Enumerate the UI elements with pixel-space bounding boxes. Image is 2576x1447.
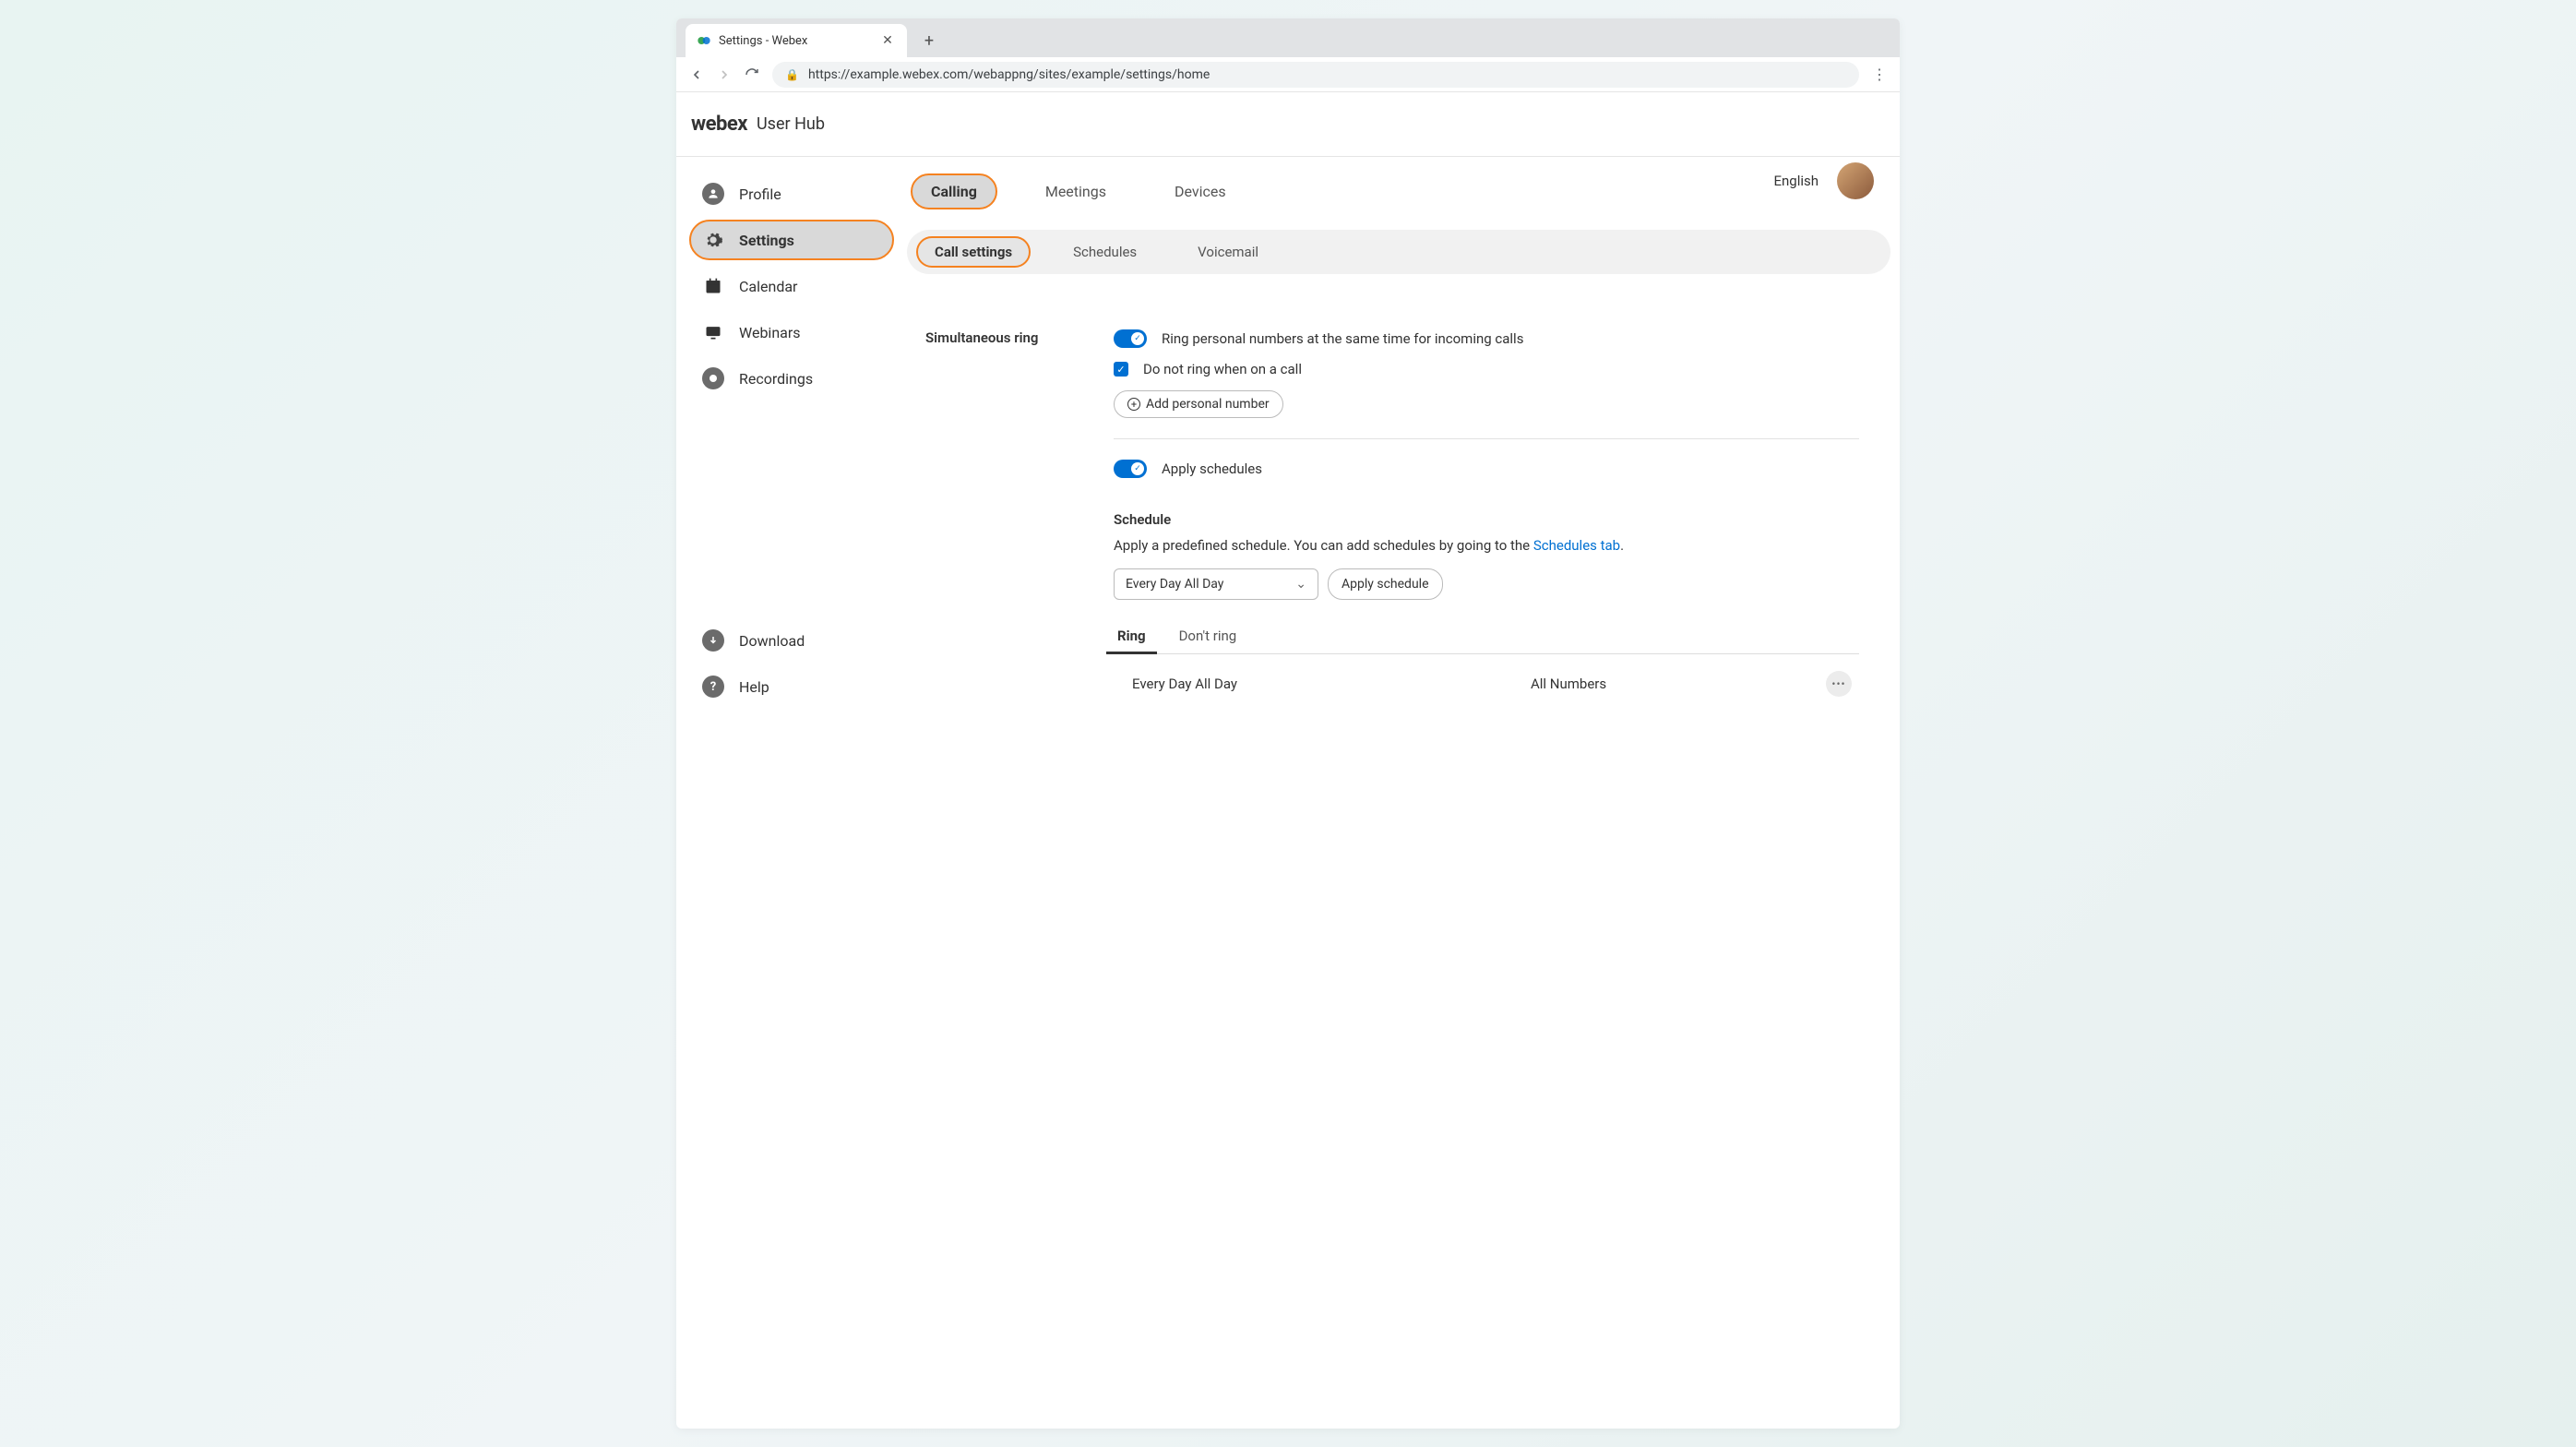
button-label: Add personal number bbox=[1146, 397, 1270, 412]
webinars-icon bbox=[702, 321, 724, 343]
plus-icon: + bbox=[1127, 398, 1140, 411]
sidebar-item-calendar[interactable]: Calendar bbox=[689, 266, 894, 306]
sidebar-item-label: Profile bbox=[739, 185, 781, 203]
lock-icon: 🔒 bbox=[785, 68, 799, 81]
browser-tab-strip: Settings - Webex ✕ + bbox=[676, 18, 1900, 57]
tab-ring[interactable]: Ring bbox=[1114, 618, 1150, 653]
chevron-down-icon: ⌄ bbox=[1295, 577, 1306, 592]
row-numbers: All Numbers bbox=[1531, 676, 1826, 692]
language-selector[interactable]: English bbox=[1773, 173, 1819, 189]
gear-icon bbox=[702, 229, 724, 251]
add-personal-number-button[interactable]: + Add personal number bbox=[1114, 390, 1283, 418]
sidebar-item-webinars[interactable]: Webinars bbox=[689, 312, 894, 353]
button-label: Apply schedule bbox=[1342, 577, 1429, 592]
tab-devices[interactable]: Devices bbox=[1154, 173, 1246, 209]
address-bar: 🔒 https://example.webex.com/webappng/sit… bbox=[676, 57, 1900, 92]
ring-tabs: Ring Don't ring bbox=[1114, 618, 1859, 654]
divider bbox=[1114, 438, 1859, 439]
help-icon: ? bbox=[702, 676, 724, 698]
record-icon bbox=[702, 367, 724, 389]
tab-meetings[interactable]: Meetings bbox=[1025, 173, 1127, 209]
sidebar-item-download[interactable]: Download bbox=[689, 620, 894, 661]
sidebar-item-label: Download bbox=[739, 632, 805, 650]
avatar[interactable] bbox=[1837, 162, 1874, 199]
tab-calling[interactable]: Calling bbox=[911, 173, 997, 209]
do-not-ring-label: Do not ring when on a call bbox=[1143, 361, 1302, 377]
close-icon[interactable]: ✕ bbox=[879, 33, 896, 48]
app-header: webex User Hub bbox=[676, 92, 1900, 157]
logo: webex bbox=[691, 113, 747, 136]
sidebar-item-label: Calendar bbox=[739, 278, 797, 295]
new-tab-button[interactable]: + bbox=[916, 28, 942, 54]
simring-toggle[interactable]: ✓ bbox=[1114, 329, 1147, 348]
simultaneous-ring-panel: Simultaneous ring ✓ Ring personal number… bbox=[907, 304, 1890, 728]
back-icon[interactable] bbox=[689, 67, 704, 82]
sidebar-item-label: Settings bbox=[739, 232, 794, 249]
main-content: English Calling Meetings Devices Call se… bbox=[907, 157, 1900, 729]
do-not-ring-checkbox[interactable]: ✓ bbox=[1114, 362, 1128, 377]
row-more-button[interactable]: ••• bbox=[1826, 671, 1852, 697]
chrome-menu-icon[interactable]: ⋮ bbox=[1872, 66, 1887, 83]
calendar-icon bbox=[702, 275, 724, 297]
sidebar-item-label: Help bbox=[739, 678, 769, 696]
app-title: User Hub bbox=[757, 114, 825, 134]
schedule-select[interactable]: Every Day All Day ⌄ bbox=[1114, 568, 1318, 600]
schedule-row: Every Day All Day All Numbers ••• bbox=[1114, 654, 1859, 700]
sidebar-item-label: Recordings bbox=[739, 370, 813, 388]
schedule-heading: Schedule bbox=[1114, 511, 1859, 528]
tab-dont-ring[interactable]: Don't ring bbox=[1175, 618, 1241, 653]
sidebar-item-profile[interactable]: Profile bbox=[689, 173, 894, 214]
forward-icon[interactable] bbox=[717, 67, 732, 82]
sidebar: Profile Settings Calendar Webinars Recor… bbox=[676, 157, 907, 729]
schedule-description: Apply a predefined schedule. You can add… bbox=[1114, 537, 1859, 554]
schedules-tab-link[interactable]: Schedules tab bbox=[1533, 537, 1620, 554]
sidebar-item-recordings[interactable]: Recordings bbox=[689, 358, 894, 399]
browser-tab[interactable]: Settings - Webex ✕ bbox=[686, 24, 907, 57]
apply-schedules-toggle[interactable]: ✓ bbox=[1114, 460, 1147, 478]
subtab-call-settings[interactable]: Call settings bbox=[916, 236, 1031, 268]
webex-favicon-icon bbox=[697, 33, 711, 48]
secondary-tabs: Call settings Schedules Voicemail bbox=[907, 230, 1890, 274]
reload-icon[interactable] bbox=[745, 67, 759, 82]
sidebar-item-help[interactable]: ? Help bbox=[689, 666, 894, 707]
apply-schedule-button[interactable]: Apply schedule bbox=[1328, 568, 1443, 600]
sidebar-item-settings[interactable]: Settings bbox=[689, 220, 894, 260]
tab-title: Settings - Webex bbox=[719, 34, 872, 48]
row-schedule-name: Every Day All Day bbox=[1132, 676, 1531, 692]
select-value: Every Day All Day bbox=[1126, 577, 1223, 592]
simring-description: Ring personal numbers at the same time f… bbox=[1162, 330, 1523, 347]
download-icon bbox=[702, 629, 724, 652]
section-title: Simultaneous ring bbox=[925, 329, 1114, 700]
url-text: https://example.webex.com/webappng/sites… bbox=[808, 67, 1210, 82]
url-input[interactable]: 🔒 https://example.webex.com/webappng/sit… bbox=[772, 62, 1859, 88]
primary-tabs: Calling Meetings Devices bbox=[907, 173, 1900, 209]
subtab-voicemail[interactable]: Voicemail bbox=[1179, 236, 1277, 268]
apply-schedules-label: Apply schedules bbox=[1162, 460, 1262, 477]
sidebar-item-label: Webinars bbox=[739, 324, 801, 341]
subtab-schedules[interactable]: Schedules bbox=[1055, 236, 1155, 268]
person-icon bbox=[702, 183, 724, 205]
